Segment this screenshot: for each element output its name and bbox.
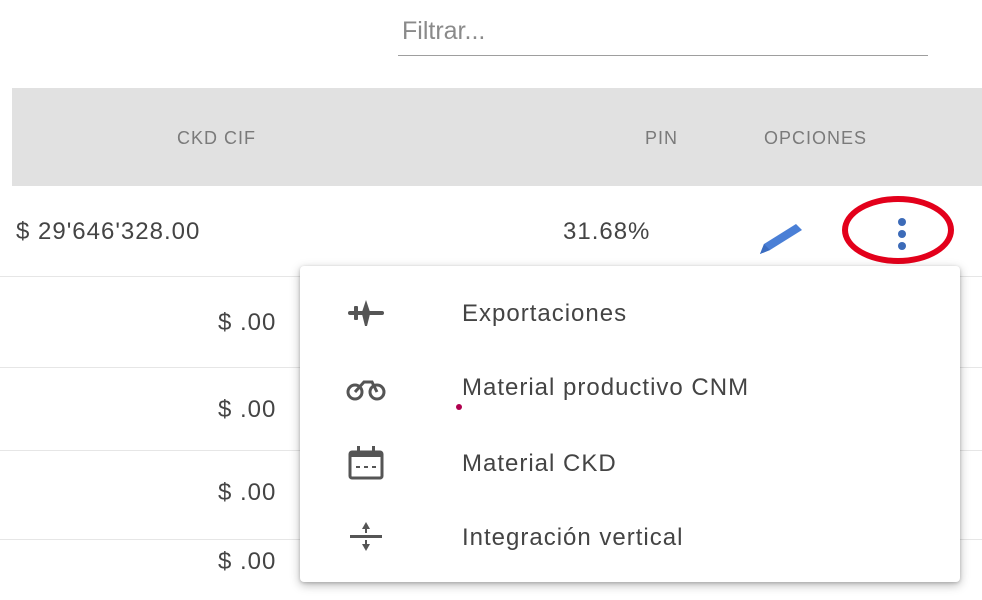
header-pin[interactable]: PIN (645, 128, 678, 149)
ckd-cif-cell: $ .00 (218, 479, 277, 506)
menu-item-exportaciones[interactable]: Exportaciones (300, 276, 960, 350)
ckd-cif-cell: $ .00 (218, 396, 277, 423)
marker-dot (456, 404, 462, 410)
pin-cell: 31.68% (563, 218, 651, 245)
pencil-icon (760, 224, 802, 254)
menu-item-label: Material CKD (462, 450, 617, 477)
ckd-cif-cell: $ .00 (218, 548, 277, 575)
menu-item-label: Material productivo CNM (462, 374, 750, 401)
menu-item-label: Integración vertical (462, 524, 684, 551)
highlight-circle (842, 196, 954, 264)
ckd-cif-cell: $ 29'646'328.00 (16, 218, 201, 245)
calendar-icon (348, 446, 384, 480)
ckd-cif-cell: $ .00 (218, 309, 277, 336)
table-header: CKD CIF PIN OPCIONES (12, 88, 982, 186)
edit-button[interactable] (752, 214, 810, 260)
filter-input[interactable] (398, 8, 928, 56)
menu-item-integracion-vertical[interactable]: Integración vertical (300, 500, 960, 574)
bicycle-icon (346, 380, 386, 401)
header-ckd-cif[interactable]: CKD CIF (177, 128, 256, 149)
table-row: $ 29'646'328.00 31.68% (0, 186, 982, 277)
menu-item-label: Exportaciones (462, 300, 628, 327)
airplane-icon (348, 300, 384, 326)
options-menu: Exportaciones Material productivo CNM Ma… (300, 266, 960, 582)
divide-icon (350, 522, 382, 551)
menu-item-material-ckd[interactable]: Material CKD (300, 426, 960, 500)
header-opciones: OPCIONES (764, 128, 868, 148)
menu-item-material-productivo-cnm[interactable]: Material productivo CNM (300, 350, 960, 424)
